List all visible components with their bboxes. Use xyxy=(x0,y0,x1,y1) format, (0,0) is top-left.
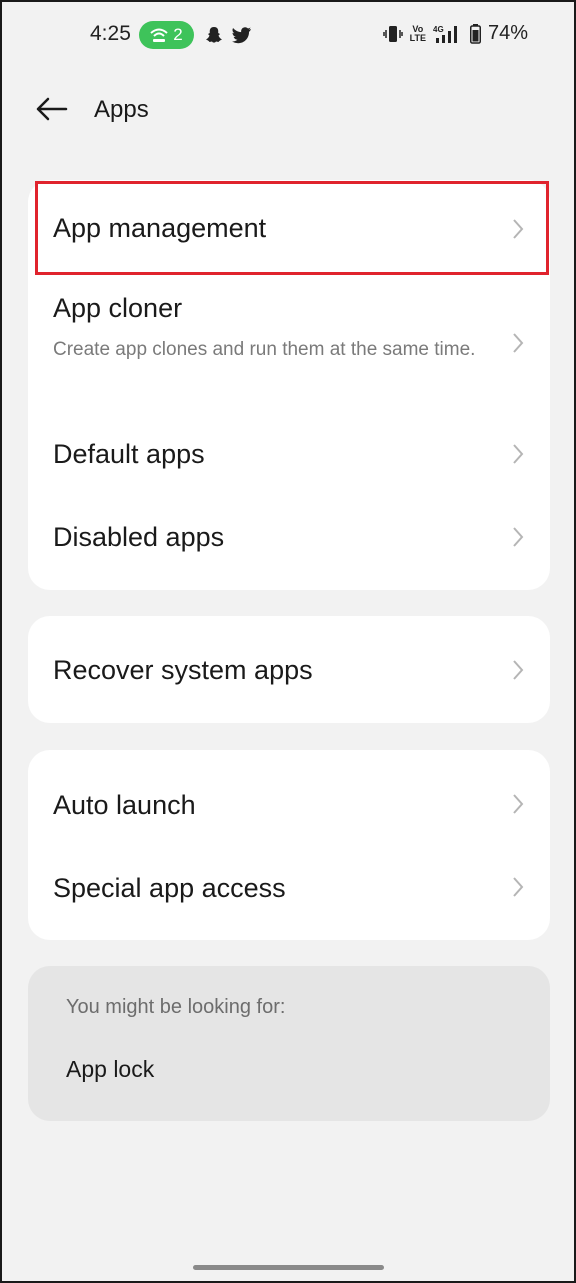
status-bar: 4:25 2 Vo LTE 4G 74% xyxy=(0,0,576,72)
row-title: Recover system apps xyxy=(53,655,313,685)
chevron-right-icon xyxy=(513,877,524,897)
vibrate-icon xyxy=(382,25,403,42)
home-indicator[interactable] xyxy=(193,1265,384,1270)
app-cloner-row[interactable]: App cloner Create app clones and run the… xyxy=(28,276,550,410)
row-title: Disabled apps xyxy=(53,522,225,552)
snapchat-icon xyxy=(206,27,222,43)
row-title: Default apps xyxy=(53,439,205,469)
recover-system-apps-row[interactable]: Recover system apps xyxy=(28,616,550,723)
row-subtitle: Create app clones and run them at the sa… xyxy=(53,339,476,360)
chevron-right-icon xyxy=(513,219,524,239)
battery-percent: 74% xyxy=(487,22,528,44)
volte-label: Vo LTE xyxy=(409,23,426,43)
default-apps-row[interactable]: Default apps xyxy=(28,410,550,493)
hotspot-indicator[interactable]: 2 xyxy=(139,21,194,49)
row-title: Special app access xyxy=(53,873,286,903)
special-app-access-row[interactable]: Special app access xyxy=(28,845,550,940)
launch-access-group: Auto launch Special app access xyxy=(28,750,550,940)
chevron-right-icon xyxy=(513,794,524,814)
row-title: Auto launch xyxy=(53,790,196,820)
disabled-apps-row[interactable]: Disabled apps xyxy=(28,493,550,590)
battery-icon xyxy=(469,23,481,44)
wifi-hotspot-icon xyxy=(150,28,168,42)
status-time: 4:25 xyxy=(90,22,131,45)
app-management-row[interactable]: App management xyxy=(28,180,550,276)
twitter-icon xyxy=(232,27,251,44)
svg-text:4G: 4G xyxy=(433,25,444,34)
auto-launch-row[interactable]: Auto launch xyxy=(28,750,550,845)
row-title: App cloner xyxy=(53,293,183,323)
suggestion-app-lock[interactable]: App lock xyxy=(66,1056,154,1083)
chevron-right-icon xyxy=(513,444,524,464)
chevron-right-icon xyxy=(513,333,524,353)
app-bar: Apps xyxy=(0,82,576,138)
suggestions-label: You might be looking for: xyxy=(66,996,286,1018)
suggestions-card: You might be looking for: App lock xyxy=(28,966,550,1121)
signal-icon: 4G xyxy=(433,25,457,43)
page-title: Apps xyxy=(94,96,149,123)
row-title: App management xyxy=(53,213,267,243)
chevron-right-icon xyxy=(513,660,524,680)
chevron-right-icon xyxy=(513,527,524,547)
status-right: Vo LTE 4G 74% xyxy=(382,22,528,45)
back-arrow-icon[interactable] xyxy=(34,94,70,124)
apps-settings-group: App management App cloner Create app clo… xyxy=(28,180,550,590)
hotspot-count: 2 xyxy=(173,25,183,44)
recover-group: Recover system apps xyxy=(28,616,550,723)
